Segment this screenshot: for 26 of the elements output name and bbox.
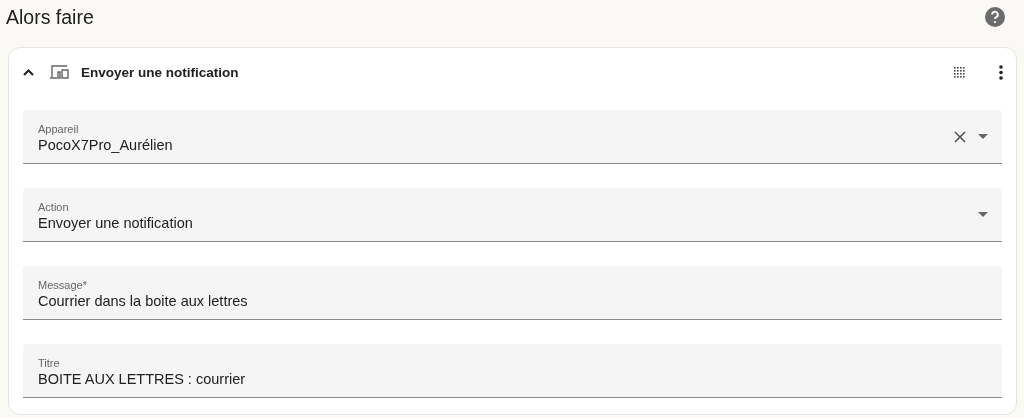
select-field[interactable]: Appareil PocoX7Pro_Aurélien — [23, 110, 1002, 164]
dropdown-arrow-icon[interactable] — [978, 134, 988, 139]
dropdown-arrow-icon[interactable] — [978, 212, 988, 217]
input-field[interactable]: Message* Courrier dans la boite aux lettres — [23, 266, 1002, 320]
grid-dots-icon — [954, 66, 965, 78]
more-menu-button[interactable] — [999, 64, 1003, 80]
input-field[interactable]: Titre BOITE AUX LETTRES : courrier — [23, 344, 1002, 398]
chevron-icon — [23, 68, 34, 76]
action-title: Envoyer une notification — [81, 64, 240, 80]
field-value: PocoX7Pro_Aurélien — [38, 136, 173, 153]
field-value: Courrier dans la boite aux lettres — [38, 292, 248, 309]
field-value: BOITE AUX LETTRES : courrier — [38, 370, 246, 387]
collapse-button[interactable] — [23, 68, 34, 76]
select-field[interactable]: Action Envoyer une notification — [23, 188, 1002, 242]
clear-button[interactable] — [954, 130, 966, 143]
help-icon[interactable] — [985, 7, 1005, 27]
field-label: Message* — [38, 278, 87, 291]
field-value: Envoyer une notification — [38, 214, 193, 231]
section-title: Alors faire — [6, 5, 94, 29]
drag-handle[interactable] — [954, 66, 965, 78]
field-label: Appareil — [38, 122, 79, 135]
field-label: Titre — [38, 356, 60, 369]
close-icon — [954, 130, 966, 143]
devices-icon — [49, 64, 71, 80]
field-label: Action — [38, 200, 69, 213]
more-vertical-icon — [999, 64, 1003, 80]
